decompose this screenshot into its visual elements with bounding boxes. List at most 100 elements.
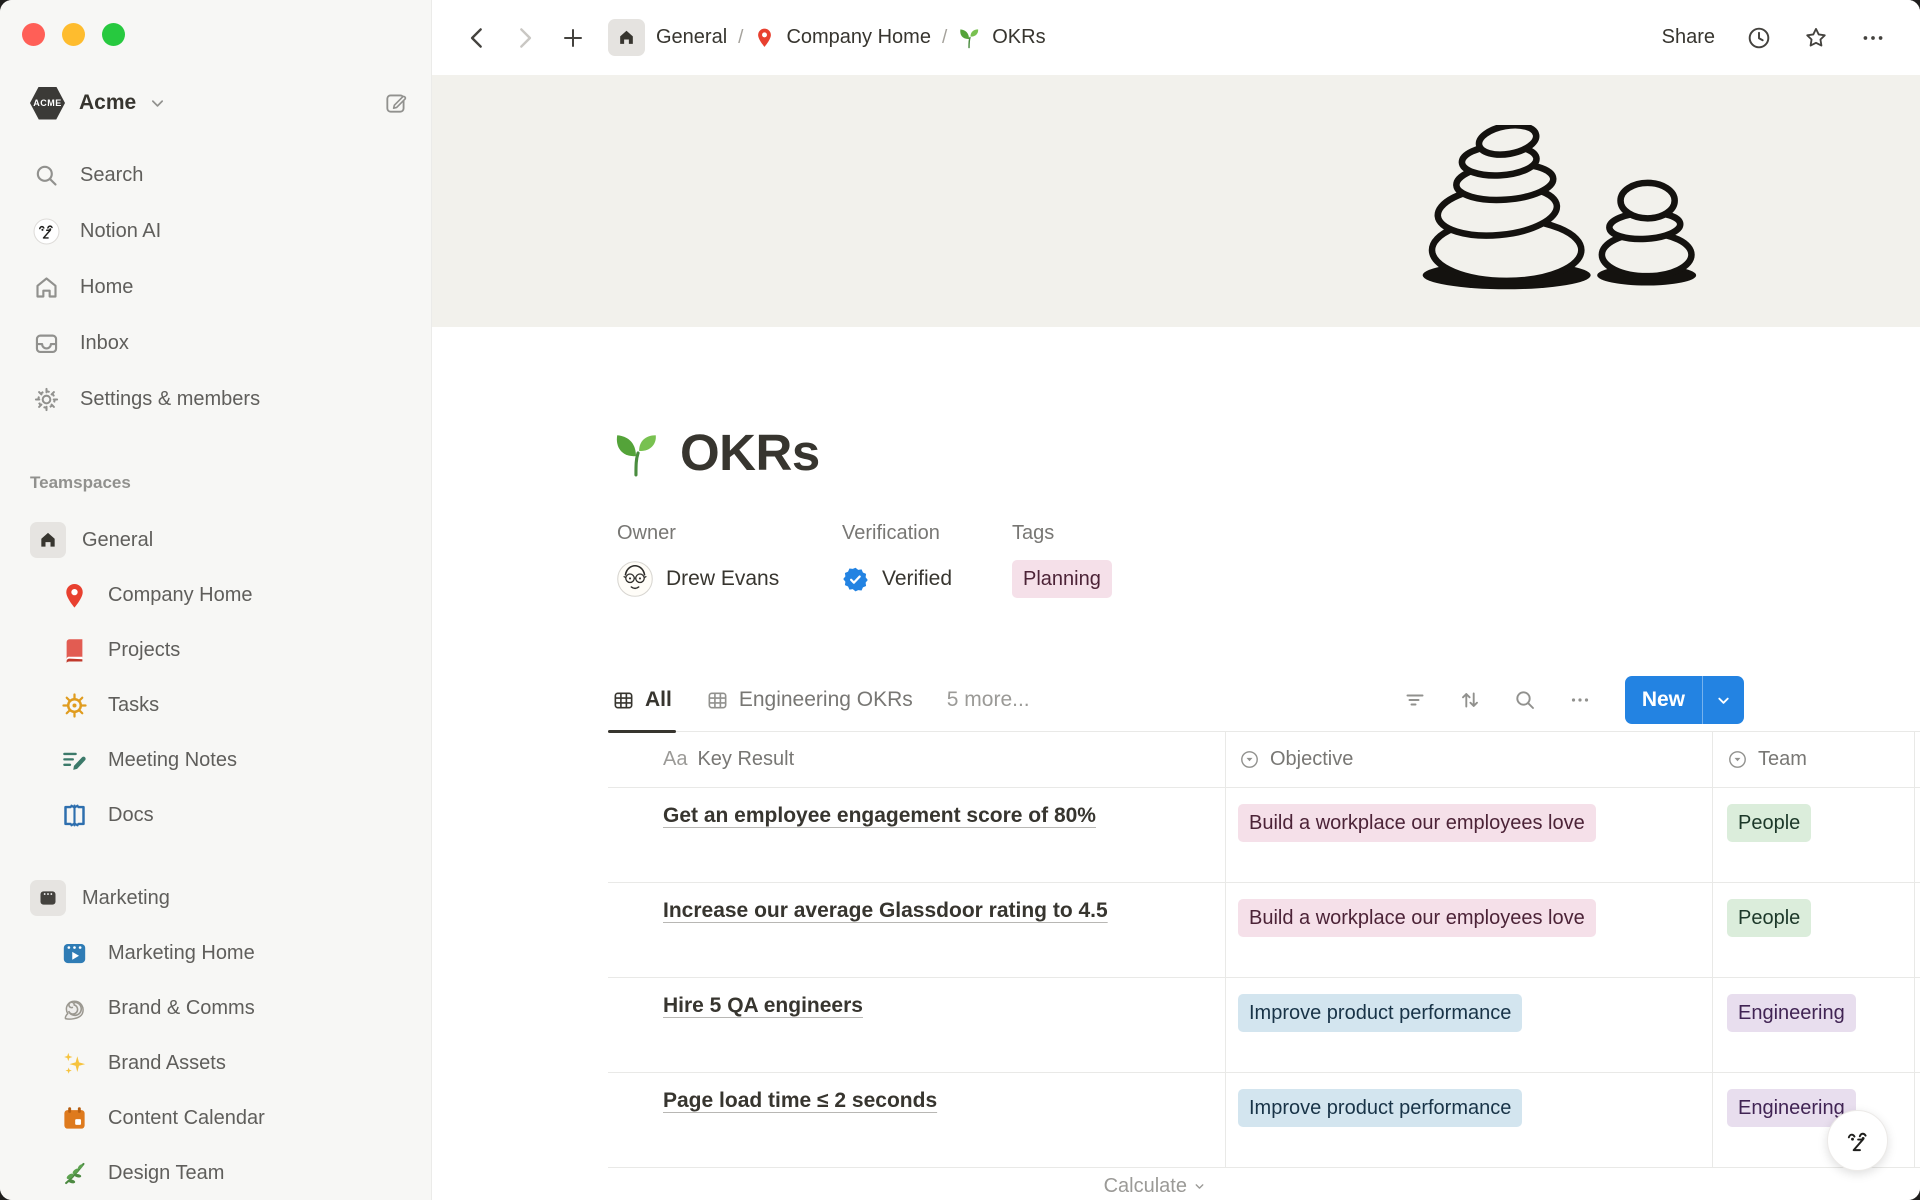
- table-view-icon: [706, 689, 729, 712]
- page-title[interactable]: OKRs: [680, 423, 820, 482]
- key-result-link[interactable]: Get an employee engagement score of 80%: [663, 804, 1096, 827]
- column-header-objective[interactable]: Objective: [1226, 732, 1713, 787]
- close-window-button[interactable]: [22, 23, 45, 46]
- cell-key-result[interactable]: Get an employee engagement score of 80%: [608, 788, 1226, 882]
- property-verification-value[interactable]: Verified: [842, 559, 1012, 599]
- sort-button[interactable]: [1457, 687, 1483, 713]
- cell-objective[interactable]: Improve product performance: [1226, 978, 1713, 1072]
- updates-button[interactable]: [1746, 25, 1772, 51]
- sidebar-item-notion-ai[interactable]: Notion AI: [0, 203, 431, 259]
- cell-key-result[interactable]: Increase our average Glassdoor rating to…: [608, 883, 1226, 977]
- page-cover[interactable]: [432, 75, 1920, 327]
- search-view-button[interactable]: [1512, 687, 1538, 713]
- cell-filler: [1915, 883, 1920, 977]
- sidebar-item-search[interactable]: Search: [0, 147, 431, 203]
- cell-key-result[interactable]: Page load time ≤ 2 seconds: [608, 1073, 1226, 1167]
- breadcrumb-separator: /: [942, 27, 947, 49]
- objective-tag[interactable]: Improve product performance: [1238, 1089, 1522, 1127]
- sidebar-teamspace-marketing[interactable]: Marketing: [0, 870, 431, 926]
- sidebar-item-design-team[interactable]: Design Team: [0, 1146, 431, 1200]
- breadcrumb-okrs[interactable]: OKRs: [992, 26, 1045, 49]
- sidebar-teamspace-general[interactable]: General: [0, 512, 431, 568]
- sidebar-item-home[interactable]: Home: [0, 259, 431, 315]
- cell-objective[interactable]: Improve product performance: [1226, 1073, 1713, 1167]
- avatar: [617, 561, 653, 597]
- herb-icon: [61, 1160, 88, 1187]
- calculate-button[interactable]: Calculate: [608, 1168, 1226, 1200]
- table-row: Hire 5 QA engineers Improve product perf…: [608, 978, 1920, 1073]
- sidebar-item-docs[interactable]: Docs: [0, 788, 431, 843]
- round-pushpin-icon: [754, 27, 775, 48]
- new-button[interactable]: New: [1625, 676, 1744, 724]
- tab-all[interactable]: All: [608, 669, 676, 732]
- key-result-link[interactable]: Hire 5 QA engineers: [663, 994, 863, 1017]
- breadcrumb-company-home[interactable]: Company Home: [786, 26, 931, 49]
- column-header-key-result[interactable]: Aa Key Result: [608, 732, 1226, 787]
- back-button[interactable]: [464, 25, 490, 51]
- objective-tag[interactable]: Build a workplace our employees love: [1238, 804, 1596, 842]
- sidebar-item-inbox[interactable]: Inbox: [0, 315, 431, 371]
- notion-ai-fab[interactable]: [1827, 1110, 1888, 1171]
- cell-team[interactable]: People: [1713, 883, 1915, 977]
- sidebar-item-brand-assets[interactable]: Brand Assets: [0, 1036, 431, 1091]
- team-tag[interactable]: People: [1727, 899, 1811, 937]
- sidebar-item-marketing-home[interactable]: Marketing Home: [0, 926, 431, 981]
- forward-button[interactable]: [512, 25, 538, 51]
- share-button[interactable]: Share: [1662, 26, 1715, 49]
- team-tag[interactable]: Engineering: [1727, 994, 1856, 1032]
- chevron-down-icon: [150, 96, 165, 111]
- film-frame-icon: [38, 888, 58, 908]
- tab-engineering-okrs[interactable]: Engineering OKRs: [702, 669, 917, 732]
- sidebar-item-company-home[interactable]: Company Home: [0, 568, 431, 623]
- new-button-dropdown[interactable]: [1703, 676, 1744, 724]
- property-owner: Owner Drew Evans: [617, 522, 842, 599]
- property-label: Owner: [617, 522, 842, 545]
- sidebar-item-projects[interactable]: Projects: [0, 623, 431, 678]
- sidebar-item-content-calendar[interactable]: Content Calendar: [0, 1091, 431, 1146]
- key-result-link[interactable]: Increase our average Glassdoor rating to…: [663, 899, 1108, 922]
- objective-tag[interactable]: Build a workplace our employees love: [1238, 899, 1596, 937]
- sidebar-item-label: Settings & members: [80, 388, 260, 411]
- favorite-button[interactable]: [1803, 25, 1829, 51]
- property-tags-value[interactable]: Planning: [1012, 559, 1920, 599]
- sidebar-item-brand-comms[interactable]: Brand & Comms: [0, 981, 431, 1036]
- filter-icon: [1403, 688, 1427, 712]
- seedling-icon[interactable]: [612, 428, 662, 478]
- filter-button[interactable]: [1402, 687, 1428, 713]
- more-tabs-button[interactable]: 5 more...: [947, 688, 1030, 712]
- new-button-label[interactable]: New: [1625, 676, 1702, 724]
- zoom-window-button[interactable]: [102, 23, 125, 46]
- cell-objective[interactable]: Build a workplace our employees love: [1226, 788, 1713, 882]
- sidebar-item-tasks[interactable]: Tasks: [0, 678, 431, 733]
- table-view-icon: [612, 689, 635, 712]
- workspace-switcher[interactable]: ACME Acme: [0, 79, 431, 127]
- cell-team[interactable]: People: [1713, 788, 1915, 882]
- breadcrumb-general[interactable]: General: [656, 26, 727, 49]
- column-header-team[interactable]: Team: [1713, 732, 1915, 787]
- cell-team[interactable]: Engineering: [1713, 978, 1915, 1072]
- new-page-button[interactable]: [560, 25, 586, 51]
- page-properties: Owner Drew Evans: [608, 522, 1920, 599]
- sidebar-item-label: Content Calendar: [108, 1107, 265, 1130]
- view-options-button[interactable]: [1567, 687, 1593, 713]
- property-owner-value[interactable]: Drew Evans: [617, 559, 842, 599]
- chevron-left-icon: [467, 27, 487, 49]
- cell-objective[interactable]: Build a workplace our employees love: [1226, 883, 1713, 977]
- sidebar-item-label: Tasks: [108, 694, 159, 717]
- tag-planning[interactable]: Planning: [1012, 560, 1112, 598]
- breadcrumb-general-icon[interactable]: [608, 19, 645, 56]
- objective-tag[interactable]: Improve product performance: [1238, 994, 1522, 1032]
- cell-key-result[interactable]: Hire 5 QA engineers: [608, 978, 1226, 1072]
- sidebar-item-meeting-notes[interactable]: Meeting Notes: [0, 733, 431, 788]
- key-result-link[interactable]: Page load time ≤ 2 seconds: [663, 1089, 937, 1112]
- cell-filler: [1915, 788, 1920, 882]
- more-options-button[interactable]: [1860, 25, 1886, 51]
- team-tag[interactable]: People: [1727, 804, 1811, 842]
- sidebar-item-settings[interactable]: Settings & members: [0, 371, 431, 427]
- house-icon: [38, 530, 58, 550]
- column-filler: [1915, 732, 1920, 787]
- compose-icon[interactable]: [383, 90, 409, 116]
- red-book-icon: [61, 637, 88, 664]
- minimize-window-button[interactable]: [62, 23, 85, 46]
- seedling-icon: [958, 26, 981, 49]
